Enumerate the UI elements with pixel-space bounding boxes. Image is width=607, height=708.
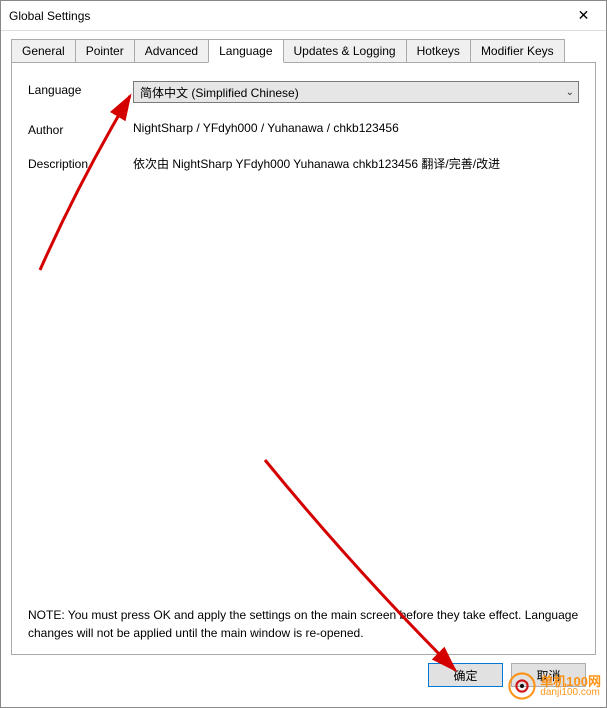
- tab-language[interactable]: Language: [208, 39, 283, 63]
- cancel-button[interactable]: 取消: [511, 663, 586, 687]
- language-row: Language 简体中文 (Simplified Chinese) ⌄: [28, 81, 579, 103]
- author-row: Author NightSharp / YFdyh000 / Yuhanawa …: [28, 121, 579, 137]
- dialog-button-bar: 确定 取消: [11, 655, 596, 697]
- note-text: NOTE: You must press OK and apply the se…: [28, 597, 579, 642]
- description-label: Description: [28, 155, 133, 171]
- tab-updates-logging[interactable]: Updates & Logging: [283, 39, 407, 62]
- tab-strip: General Pointer Advanced Language Update…: [11, 39, 596, 62]
- language-combobox[interactable]: 简体中文 (Simplified Chinese) ⌄: [133, 81, 579, 103]
- author-label: Author: [28, 121, 133, 137]
- window-title: Global Settings: [9, 9, 90, 23]
- content-area: General Pointer Advanced Language Update…: [1, 31, 606, 707]
- language-label: Language: [28, 81, 133, 97]
- language-value-container: 简体中文 (Simplified Chinese) ⌄: [133, 81, 579, 103]
- titlebar: Global Settings ✕: [1, 1, 606, 31]
- author-value: NightSharp / YFdyh000 / Yuhanawa / chkb1…: [133, 121, 579, 135]
- tab-modifier-keys[interactable]: Modifier Keys: [470, 39, 565, 62]
- tab-general[interactable]: General: [11, 39, 76, 62]
- language-selected-value: 简体中文 (Simplified Chinese): [140, 84, 299, 101]
- chevron-down-icon: ⌄: [566, 87, 574, 98]
- description-value: 依次由 NightSharp YFdyh000 Yuhanawa chkb123…: [133, 155, 579, 172]
- close-button[interactable]: ✕: [561, 1, 606, 30]
- close-icon: ✕: [578, 7, 590, 24]
- tab-pointer[interactable]: Pointer: [75, 39, 135, 62]
- tab-advanced[interactable]: Advanced: [134, 39, 209, 62]
- ok-button[interactable]: 确定: [428, 663, 503, 687]
- description-row: Description 依次由 NightSharp YFdyh000 Yuha…: [28, 155, 579, 172]
- tab-hotkeys[interactable]: Hotkeys: [406, 39, 471, 62]
- settings-window: Global Settings ✕ General Pointer Advanc…: [0, 0, 607, 708]
- language-panel: Language 简体中文 (Simplified Chinese) ⌄ Aut…: [11, 62, 596, 655]
